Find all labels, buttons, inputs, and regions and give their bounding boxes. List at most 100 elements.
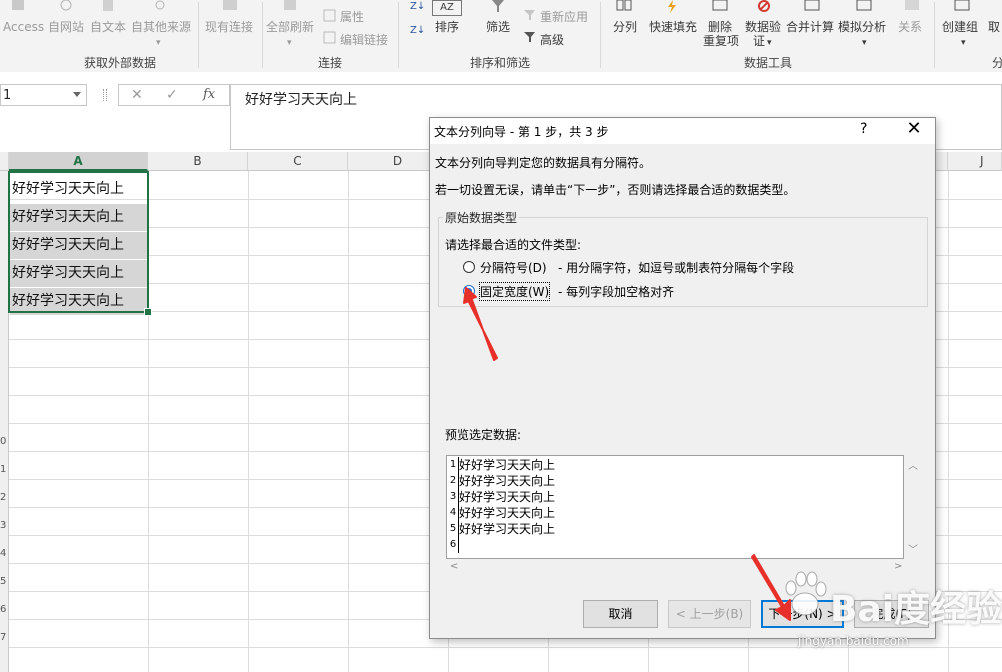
insert-function-icon[interactable]: fx <box>203 87 215 102</box>
finish-button[interactable]: 完成(F) <box>854 600 929 628</box>
chevron-right-icon[interactable]: > <box>894 561 902 572</box>
name-box[interactable]: 1 <box>0 84 87 106</box>
preview-label: 预览选定数据: <box>445 428 522 442</box>
preview-horizontal-scrollbar[interactable]: < > <box>446 559 904 575</box>
data-validation-button[interactable]: 数据验 <box>745 20 781 34</box>
preview-row-number: 2 <box>448 473 459 489</box>
preview-row-number: 3 <box>448 489 459 505</box>
delimited-radio[interactable] <box>463 261 475 273</box>
ungroup-button-cut[interactable]: 取 <box>988 20 1000 34</box>
remove-duplicates-icon <box>712 0 728 11</box>
row-header[interactable]: 5 <box>0 576 9 590</box>
formula-value: 好好学习天天向上 <box>245 92 357 108</box>
group-icon <box>954 0 970 11</box>
preview-row-number: 6 <box>448 537 459 553</box>
relationships-icon <box>905 0 919 10</box>
dialog-instruction: 若一切设置无误，请单击“下一步”，否则请选择最合适的数据类型。 <box>435 183 796 197</box>
remove-duplicates-button[interactable]: 删除 <box>708 20 732 34</box>
group-get-external-data: 获取外部数据 <box>84 56 157 70</box>
chevron-down-icon[interactable]: ﹀ <box>908 541 918 556</box>
chevron-up-icon[interactable]: ︿ <box>908 457 918 472</box>
column-header-c[interactable]: C <box>248 152 348 171</box>
drag-handle[interactable] <box>103 89 107 101</box>
row-header[interactable]: 6 <box>0 604 9 618</box>
refresh-all-button[interactable]: 全部刷新 <box>266 20 314 34</box>
back-button[interactable]: < 上一步(B) <box>668 600 751 628</box>
text-to-columns-button[interactable]: 分列 <box>613 20 637 34</box>
choose-type-label: 请选择最合适的文件类型: <box>445 238 582 252</box>
group-label: 原始数据类型 <box>443 209 520 226</box>
fixed-width-label[interactable]: 固定宽度(W) <box>478 282 551 301</box>
preview-row-number: 1 <box>448 457 459 473</box>
remove-duplicates-label-2: 重复项 <box>703 34 740 48</box>
chevron-down-icon[interactable] <box>73 92 81 97</box>
column-header-b[interactable]: B <box>148 152 248 171</box>
reapply-icon <box>524 10 535 20</box>
column-header-a[interactable]: A <box>9 152 148 171</box>
filter-button[interactable]: 筛选 <box>486 20 510 34</box>
text-file-icon <box>103 0 113 11</box>
from-access-button[interactable]: Access <box>3 20 44 34</box>
create-group-button[interactable]: 创建组 <box>942 20 978 34</box>
what-if-analysis-button[interactable]: 模拟分析 <box>838 20 886 34</box>
chevron-left-icon[interactable]: < <box>450 561 458 572</box>
preview-pane[interactable]: 1 好好学习天天向上 2 好好学习天天向上 3 好好学习天天向上 4 好好学习天… <box>446 455 904 559</box>
delimited-label[interactable]: 分隔符号(D) <box>480 259 547 276</box>
row-header[interactable]: 2 <box>0 492 9 506</box>
access-icon <box>12 0 24 10</box>
from-other-sources-button[interactable]: 自其他来源 <box>131 20 191 34</box>
flash-fill-button[interactable]: 快速填充 <box>649 20 697 34</box>
sort-za-icon[interactable]: Z↓ <box>410 24 425 38</box>
close-icon[interactable]: ✕ <box>902 118 926 139</box>
next-button[interactable]: 下一步(N) > <box>761 600 844 628</box>
row-header[interactable]: 4 <box>0 548 9 562</box>
from-text-button[interactable]: 自文本 <box>90 20 126 34</box>
chevron-down-icon: ▾ <box>862 38 867 48</box>
preview-row-text: 好好学习天天向上 <box>459 458 556 472</box>
sort-dialog-icon: AZ <box>432 0 462 16</box>
edit-links-button[interactable]: 编辑链接 <box>340 33 388 47</box>
enter-icon[interactable]: ✓ <box>166 87 178 103</box>
sort-az-icon[interactable]: Z↓ <box>410 0 425 14</box>
from-web-button[interactable]: 自网站 <box>48 20 84 34</box>
data-validation-icon <box>758 0 770 12</box>
flash-fill-icon <box>668 0 676 13</box>
help-icon[interactable]: ? <box>860 121 867 137</box>
consolidate-icon <box>804 0 820 11</box>
select-all-corner[interactable] <box>0 152 9 171</box>
existing-connections-button[interactable]: 现有连接 <box>205 20 253 34</box>
row-header[interactable]: 1 <box>0 464 9 478</box>
fixed-width-description: - 每列字段加空格对齐 <box>558 285 675 299</box>
text-to-columns-dialog: 文本分列向导 - 第 1 步，共 3 步 ? ✕ 文本分列向导判定您的数据具有分… <box>429 117 936 639</box>
reapply-button[interactable]: 重新应用 <box>540 10 588 24</box>
properties-button[interactable]: 属性 <box>340 10 364 24</box>
cancel-icon[interactable]: ✕ <box>131 87 143 103</box>
dialog-titlebar[interactable]: 文本分列向导 - 第 1 步，共 3 步 ? ✕ <box>430 118 935 144</box>
preview-vertical-scrollbar[interactable]: ︿ ﹀ <box>904 455 920 559</box>
preview-row-number: 5 <box>448 521 459 537</box>
chevron-down-icon: ▾ <box>961 38 966 48</box>
advanced-filter-button[interactable]: 高级 <box>540 33 564 47</box>
row-header[interactable]: 0 <box>0 436 9 450</box>
chevron-down-icon: ▾ <box>156 38 161 48</box>
cancel-button[interactable]: 取消 <box>583 600 658 628</box>
name-box-value: 1 <box>3 88 12 103</box>
dialog-intro: 文本分列向导判定您的数据具有分隔符。 <box>435 156 652 170</box>
chevron-down-icon: ▾ <box>767 38 772 48</box>
chevron-down-icon: ▾ <box>287 38 292 48</box>
edit-links-icon <box>323 31 336 44</box>
row-header[interactable]: 3 <box>0 520 9 534</box>
preview-row-text: 好好学习天天向上 <box>459 506 556 520</box>
preview-row-text: 好好学习天天向上 <box>459 490 556 504</box>
fixed-width-radio[interactable] <box>463 285 475 297</box>
delimited-description: - 用分隔字符，如逗号或制表符分隔每个字段 <box>558 261 795 275</box>
preview-row-text: 好好学习天天向上 <box>459 474 556 488</box>
column-header-j[interactable]: J <box>948 152 1002 171</box>
group-data-tools: 数据工具 <box>744 56 793 70</box>
row-header[interactable]: 7 <box>0 632 9 646</box>
fill-handle[interactable] <box>144 308 152 316</box>
sort-button[interactable]: 排序 <box>435 20 459 34</box>
what-if-icon <box>856 0 872 11</box>
relationships-button[interactable]: 关系 <box>898 20 922 34</box>
consolidate-button[interactable]: 合并计算 <box>786 20 834 34</box>
